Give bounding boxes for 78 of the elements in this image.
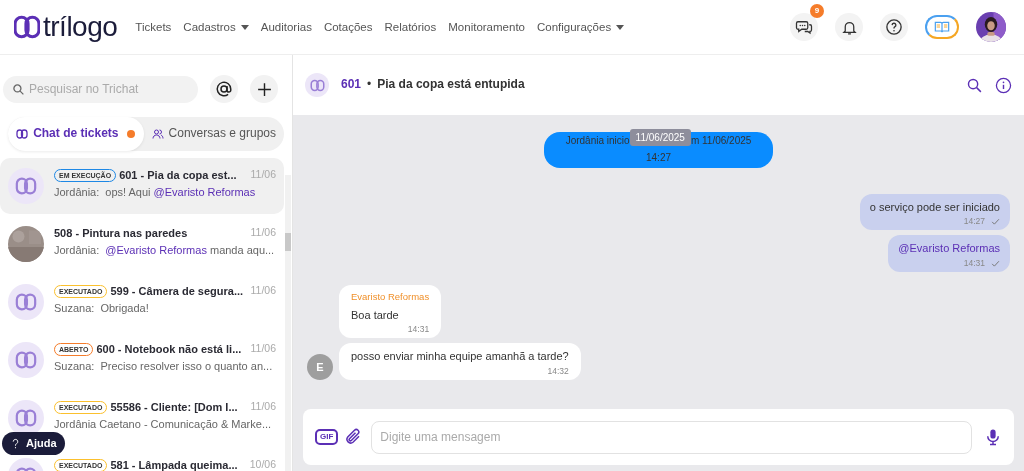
sender-name: Jordânia:	[54, 185, 100, 200]
check-icon	[991, 258, 1000, 268]
chat-bubbles-icon	[795, 18, 813, 36]
mention-button[interactable]	[210, 75, 238, 103]
message-time: 14:27	[963, 216, 985, 228]
book-button[interactable]	[925, 15, 959, 39]
chat-title: 599 - Câmera de segura...	[110, 284, 244, 299]
info-icon	[995, 76, 1012, 94]
search-field[interactable]: Pesquisar no Trichat	[3, 75, 198, 103]
search-icon	[966, 76, 983, 94]
menu-item[interactable]: Relatórios	[384, 19, 437, 35]
sender-name: Jordânia:	[54, 243, 100, 258]
plus-icon	[255, 80, 273, 98]
people-icon	[151, 128, 164, 140]
chat-date: 11/06	[250, 342, 276, 356]
chat-date: 11/06	[250, 168, 276, 182]
message-preview: Jordânia Caetano - Comunicação & Marke...	[54, 417, 272, 432]
help-icon	[885, 18, 903, 36]
chat-date: 11/06	[250, 226, 276, 240]
attach-button[interactable]	[344, 428, 363, 446]
message-preview: @Evaristo Reformas manda aqu...	[105, 243, 275, 258]
date-chip: 11/06/2025	[629, 129, 691, 146]
open-book-icon	[933, 19, 951, 35]
sender-name: Suzana:	[54, 359, 95, 374]
message-text: posso enviar minha equipe amanhã a tarde?	[351, 349, 569, 364]
search-button[interactable]	[966, 76, 983, 94]
menu-item[interactable]: Configurações	[537, 19, 625, 35]
message-text: o serviço pode ser iniciado	[869, 200, 1000, 215]
message-input[interactable]: Digite uma mensagem	[371, 420, 972, 454]
message-time: 14:32	[547, 365, 569, 377]
chat-title: 55586 - Cliente: [Dom I...	[110, 400, 238, 415]
message-text: Boa tarde	[351, 308, 400, 323]
ticket-title: Pia da copa está entupida	[377, 77, 525, 93]
message-time: 14:31	[407, 324, 430, 336]
menu-item[interactable]: Monitoramento	[448, 19, 525, 35]
chat-button[interactable]	[790, 13, 818, 41]
paperclip-icon	[344, 428, 363, 446]
gif-button[interactable]: GIF	[315, 428, 339, 446]
scrollbar-thumb[interactable]	[285, 233, 291, 251]
tab[interactable]: Conversas e grupos	[143, 117, 284, 151]
message-time: 14:27	[645, 151, 672, 164]
chat-title: 600 - Notebook não está li...	[96, 342, 242, 357]
at-sign-icon	[215, 80, 233, 98]
message-preview: ops! Aqui @Evaristo Reformas	[105, 185, 256, 200]
microphone-button[interactable]	[984, 428, 1002, 446]
system-message-text: Jordânia inicio	[565, 134, 630, 148]
ticket-number: 601	[341, 77, 362, 93]
chat-title: 508 - Pintura nas paredes	[54, 226, 188, 241]
separator-dot: •	[367, 77, 372, 93]
menu-item[interactable]: Cotações	[323, 19, 373, 35]
help-button[interactable]: Ajuda	[2, 432, 65, 455]
system-message-text: m 11/06/2025	[690, 134, 752, 148]
notifications-button[interactable]	[835, 13, 863, 41]
chat-title: 581 - Lâmpada queima...	[110, 458, 238, 471]
microphone-icon	[984, 428, 1002, 446]
message-preview: Obrigada!	[100, 301, 149, 316]
menu-item[interactable]: Tickets	[135, 19, 172, 35]
add-button[interactable]	[250, 75, 278, 103]
question-icon	[10, 437, 21, 450]
notification-badge: 9	[810, 4, 824, 18]
chat-date: 11/06	[250, 400, 276, 414]
check-icon	[991, 217, 1000, 227]
tab[interactable]: Chat de tickets	[8, 117, 144, 151]
sender-avatar: E	[307, 353, 333, 380]
message-preview: Preciso resolver isso o quanto an...	[100, 359, 273, 374]
brand-name: trílogo	[43, 13, 118, 41]
sender-name: Evaristo Reformas	[351, 290, 430, 304]
message-text: @Evaristo Reformas	[898, 241, 1000, 256]
chat-date: 11/06	[250, 284, 276, 298]
chat-date: 10/06	[249, 458, 276, 471]
help-button[interactable]	[880, 13, 908, 41]
search-icon	[12, 82, 25, 96]
chat-title: 601 - Pia da copa est...	[119, 168, 237, 183]
menu-item[interactable]: Auditorias	[260, 19, 312, 35]
sender-name: Suzana:	[54, 301, 95, 316]
info-button[interactable]	[995, 76, 1012, 94]
menu-item[interactable]: Cadastros	[183, 19, 249, 35]
message-time: 14:31	[963, 257, 985, 269]
